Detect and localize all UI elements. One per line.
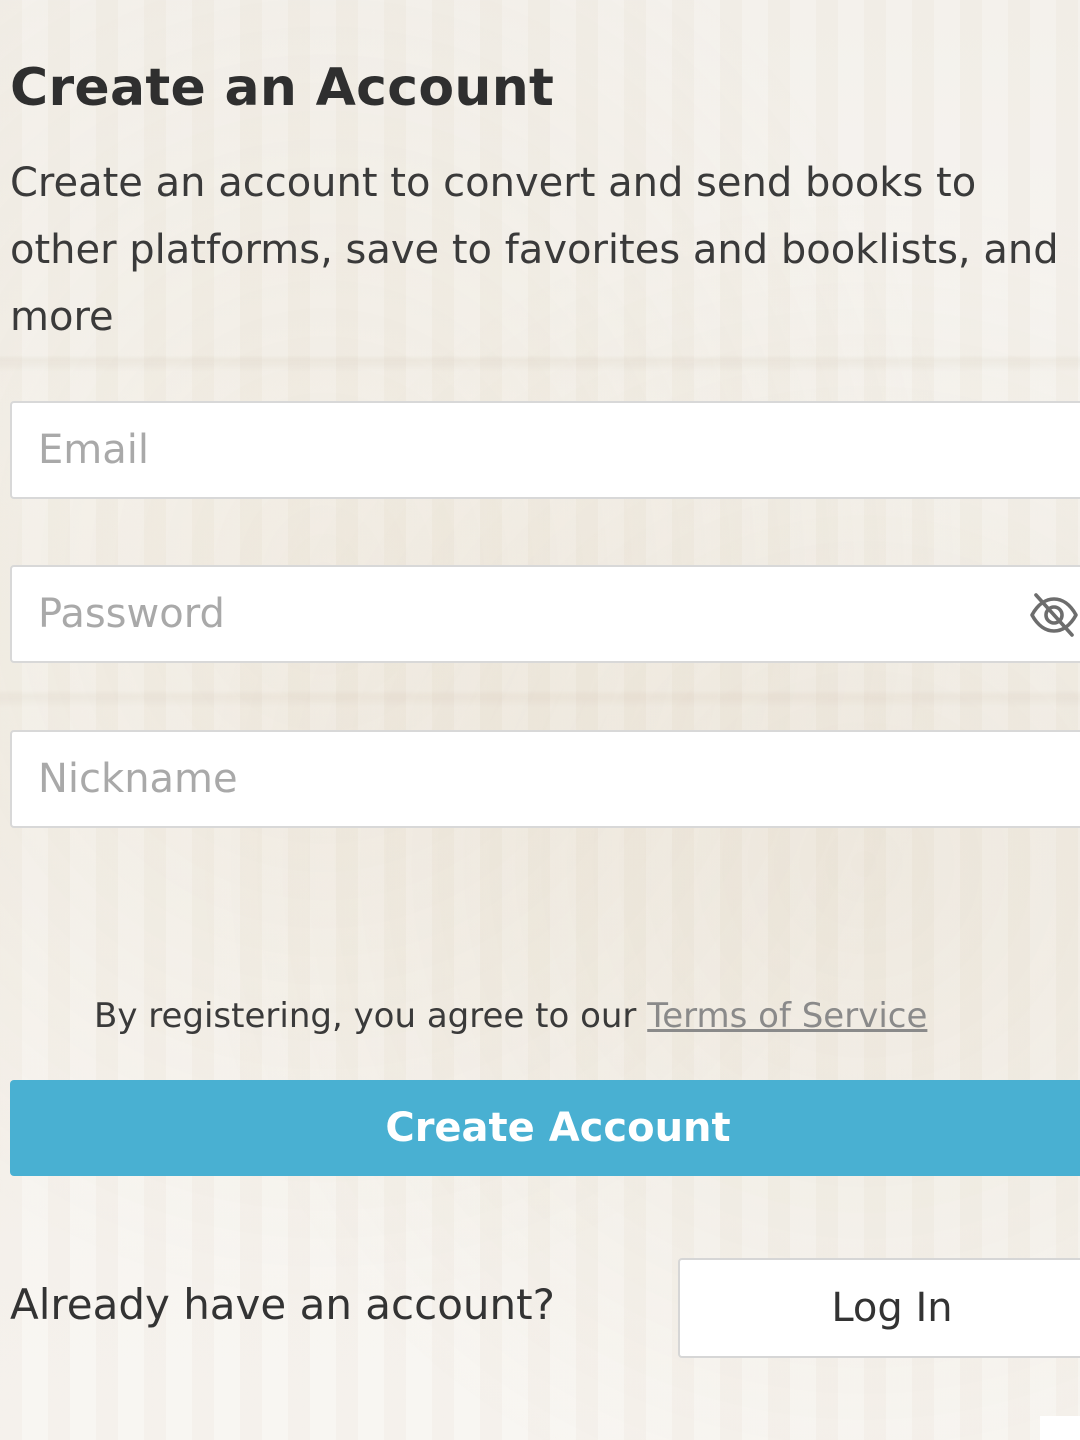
page-title: Create an Account <box>10 58 555 118</box>
page-description: Create an account to convert and send bo… <box>10 160 1059 340</box>
create-account-label: Create Account <box>385 1105 731 1151</box>
terms-prefix: By registering, you agree to our <box>94 996 648 1036</box>
log-in-label: Log In <box>831 1285 953 1331</box>
email-input[interactable] <box>12 403 1080 497</box>
create-account-panel: Create an Account Create an account to c… <box>0 0 1080 1440</box>
eye-off-icon[interactable] <box>1028 589 1080 641</box>
log-in-button[interactable]: Log In <box>678 1258 1080 1358</box>
nickname-input[interactable] <box>12 732 1080 826</box>
already-have-account-text: Already have an account? <box>10 1280 555 1329</box>
terms-of-service-link[interactable]: Terms of Service <box>647 996 927 1036</box>
nickname-field[interactable] <box>10 730 1080 828</box>
terms-notice: By registering, you agree to our Terms o… <box>94 996 927 1036</box>
email-field[interactable] <box>10 401 1080 499</box>
create-account-button[interactable]: Create Account <box>10 1080 1080 1176</box>
corner-patch <box>1040 1416 1080 1440</box>
password-input[interactable] <box>12 567 1080 661</box>
password-field[interactable] <box>10 565 1080 663</box>
